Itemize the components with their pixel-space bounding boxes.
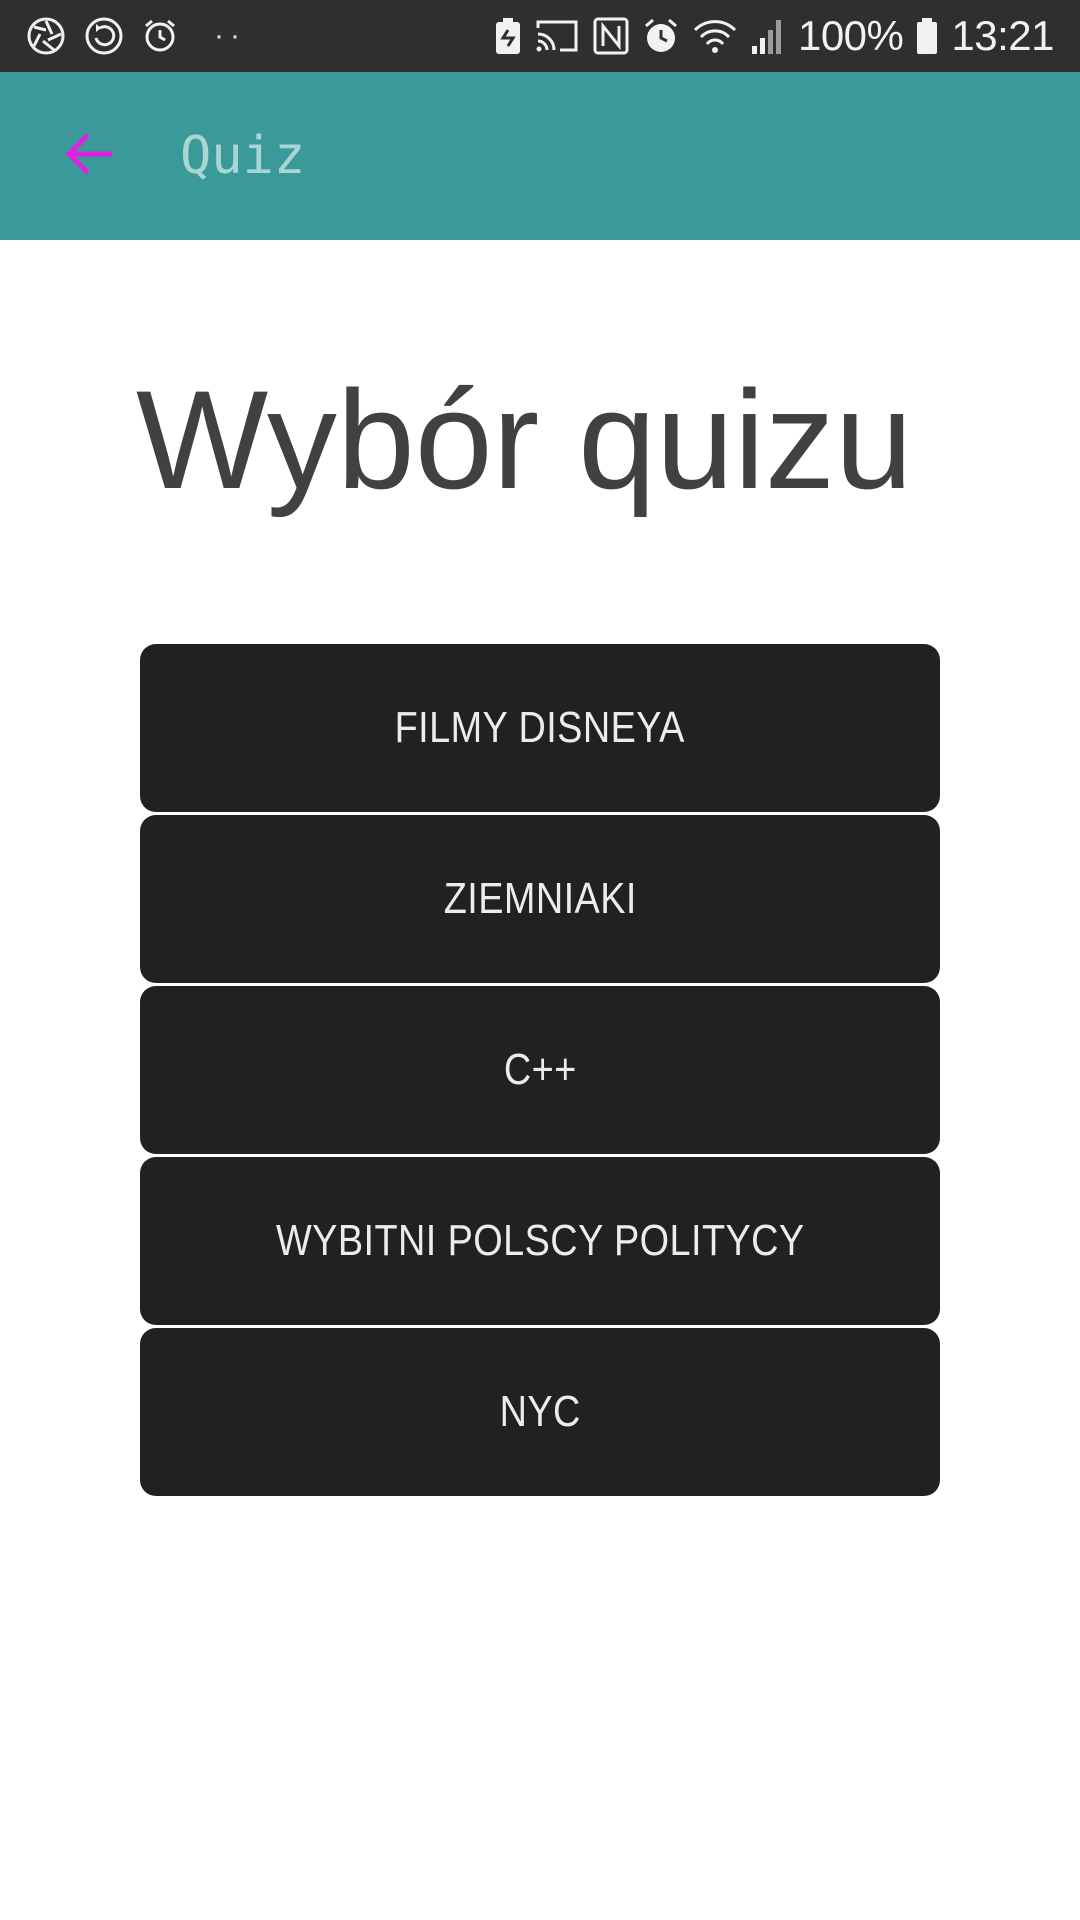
wifi-icon <box>692 14 738 58</box>
battery-percent: 100% <box>797 12 904 59</box>
quiz-button-potatoes[interactable]: ZIEMNIAKI <box>140 815 940 983</box>
quiz-button-politicians[interactable]: WYBITNI POLSCY POLITYCY <box>140 1157 940 1325</box>
back-arrow-icon <box>62 128 114 185</box>
battery-saver-icon <box>494 14 522 58</box>
quiz-list: FILMY DISNEYA ZIEMNIAKI C++ WYBITNI POLS… <box>140 644 940 1499</box>
sync-icon <box>84 14 124 58</box>
alarm-outline-icon <box>142 14 178 58</box>
nfc-icon <box>592 14 630 58</box>
app-bar: Quiz <box>0 72 1080 240</box>
clock: 13:21 <box>951 12 1054 59</box>
signal-icon <box>750 14 786 58</box>
quiz-button-label: NYC <box>499 1387 581 1436</box>
quiz-button-label: FILMY DISNEYA <box>394 703 686 752</box>
page-title: Wybór quizu <box>136 361 913 518</box>
app-title: Quiz <box>180 126 306 186</box>
quiz-button-label: ZIEMNIAKI <box>443 874 637 923</box>
cast-icon <box>534 14 580 58</box>
more-notifications-indicator: ·· <box>214 19 246 52</box>
status-bar: ·· 100% 13:21 <box>0 0 1080 72</box>
back-button[interactable] <box>40 108 136 204</box>
quiz-button-label: WYBITNI POLSCY POLITYCY <box>275 1216 805 1265</box>
quiz-button-disney[interactable]: FILMY DISNEYA <box>140 644 940 812</box>
battery-icon <box>915 14 939 58</box>
aperture-icon <box>26 14 66 58</box>
status-bar-right: 100% 13:21 <box>494 12 1054 59</box>
quiz-button-label: C++ <box>503 1045 577 1094</box>
alarm-icon <box>642 14 680 58</box>
quiz-button-nyc[interactable]: NYC <box>140 1328 940 1496</box>
quiz-button-cpp[interactable]: C++ <box>140 986 940 1154</box>
status-bar-left: ·· <box>26 14 246 58</box>
